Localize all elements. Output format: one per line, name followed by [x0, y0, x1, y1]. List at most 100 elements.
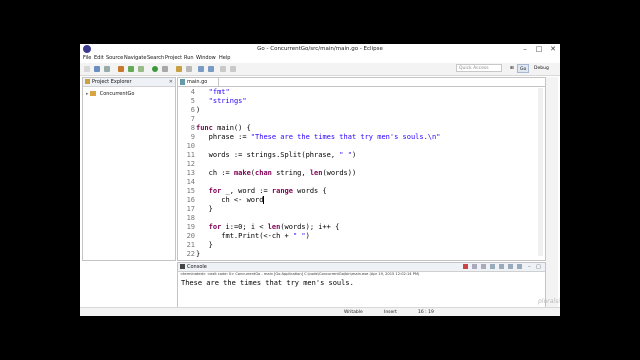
- menu-file[interactable]: File: [83, 54, 91, 63]
- back-icon[interactable]: [220, 66, 226, 72]
- menu-help[interactable]: Help: [219, 54, 230, 63]
- search-icon[interactable]: [186, 66, 192, 72]
- eclipse-window: Go - ConcurrentGo/src/main/main.go - Ecl…: [80, 44, 560, 316]
- menu-source[interactable]: Source: [106, 54, 123, 63]
- perspective-debug[interactable]: Debug: [532, 64, 551, 73]
- window-title: Go - ConcurrentGo/src/main/main.go - Ecl…: [257, 46, 383, 52]
- scroll-lock-icon[interactable]: [490, 264, 495, 269]
- status-bar: Writable Insert 16 : 19: [80, 307, 560, 316]
- open-type-icon[interactable]: [176, 66, 182, 72]
- close-icon[interactable]: ✕: [546, 44, 560, 54]
- project-explorer-label: Project Explorer: [92, 79, 132, 85]
- line-number: 7: [190, 115, 195, 123]
- perspective-go[interactable]: Go: [517, 64, 530, 73]
- minimize-view-icon[interactable]: –: [528, 263, 531, 271]
- remove-launch-icon[interactable]: [472, 264, 477, 269]
- go-file-icon: [180, 79, 185, 85]
- line-text: phrase := "These are the times that try …: [196, 133, 441, 141]
- console-terminated-line: <terminated> <exit code: 0> ConcurrentGo…: [180, 272, 420, 276]
- menu-navigate[interactable]: Navigate: [124, 54, 146, 63]
- line-number: 10: [186, 142, 195, 150]
- console-output: These are the times that try men's souls…: [181, 279, 354, 287]
- console-tab[interactable]: Console – □: [178, 263, 545, 272]
- pluralsight-watermark: pluralsight: [538, 298, 560, 305]
- quick-access-input[interactable]: Quick Access: [456, 64, 502, 72]
- line-number: 14: [186, 178, 195, 186]
- line-number: 11: [186, 151, 195, 159]
- new-icon[interactable]: [84, 66, 90, 72]
- text-cursor: [263, 196, 265, 204]
- menu-bar: File Edit Source Navigate Search Project…: [80, 54, 560, 63]
- status-insert: Insert: [384, 310, 397, 315]
- status-position: 16 : 19: [418, 310, 434, 315]
- debug-icon[interactable]: [128, 66, 134, 72]
- expand-arrow-icon[interactable]: ▸: [86, 91, 89, 97]
- line-number: 6: [190, 106, 195, 114]
- line-number: 9: [190, 133, 195, 141]
- next-annotation-icon[interactable]: [198, 66, 204, 72]
- line-number: 15: [186, 187, 195, 195]
- line-text: fmt.Print(<-ch + " "): [196, 232, 310, 240]
- menu-project[interactable]: Project: [165, 54, 182, 63]
- line-number: 19: [186, 223, 195, 231]
- external-tools-icon[interactable]: [162, 66, 168, 72]
- console-panel: Console – □ <terminated> <exit code: 0> …: [177, 262, 546, 309]
- title-bar: Go - ConcurrentGo/src/main/main.go - Ecl…: [80, 44, 560, 54]
- forward-icon[interactable]: [230, 66, 236, 72]
- minimize-icon[interactable]: –: [518, 44, 532, 54]
- line-number: 22: [186, 250, 195, 258]
- maximize-view-icon[interactable]: □: [536, 263, 541, 271]
- line-number: 5: [190, 97, 195, 105]
- save-icon[interactable]: [94, 66, 100, 72]
- line-text: words := strings.Split(phrase, " "): [196, 151, 357, 159]
- line-number: 21: [186, 241, 195, 249]
- remove-all-icon[interactable]: [481, 264, 486, 269]
- line-text: }: [196, 205, 213, 213]
- open-perspective-icon[interactable]: ⊞: [508, 64, 516, 73]
- project-tree: ▸ ConcurrentGo: [86, 90, 134, 98]
- menu-window[interactable]: Window: [196, 54, 216, 63]
- menu-search[interactable]: Search: [147, 54, 164, 63]
- pin-console-icon[interactable]: [499, 264, 504, 269]
- project-explorer-tab[interactable]: Project Explorer ✕: [83, 78, 175, 87]
- build-icon[interactable]: [118, 66, 124, 72]
- editor-panel: main.go 4 "fmt" 5 "strings" 6) 7 8 func main(…: [177, 77, 546, 261]
- line-text: "fmt": [208, 88, 230, 96]
- run-icon[interactable]: [138, 66, 144, 72]
- line-number: 20: [186, 232, 195, 240]
- line-text: ): [196, 106, 201, 114]
- project-explorer-icon: [85, 79, 90, 84]
- line-number: 17: [186, 205, 195, 213]
- line-text: ch := make(chan string, len(words)): [196, 169, 357, 177]
- menu-run[interactable]: Run: [184, 54, 194, 63]
- line-text: for _, word := range words {: [208, 187, 327, 195]
- line-text: "strings": [208, 97, 247, 105]
- line-text: }: [196, 250, 201, 258]
- line-number: 4: [190, 88, 195, 96]
- line-number: 13: [186, 169, 195, 177]
- line-text: func main() {: [196, 124, 251, 132]
- console-label: Console: [187, 264, 207, 270]
- line-number: 8: [190, 124, 195, 132]
- line-text: ch <- word: [196, 196, 265, 204]
- line-number: 18: [186, 214, 195, 222]
- view-close-icon[interactable]: ✕: [169, 78, 173, 86]
- editor-tab-label: main.go: [187, 79, 208, 85]
- line-text: }: [196, 241, 213, 249]
- editor-scrollbar[interactable]: [538, 88, 543, 256]
- prev-annotation-icon[interactable]: [208, 66, 214, 72]
- menu-edit[interactable]: Edit: [94, 54, 104, 63]
- right-trim: [546, 77, 558, 315]
- run-green-icon[interactable]: [152, 66, 158, 72]
- line-number: 16: [186, 196, 195, 204]
- maximize-icon[interactable]: □: [532, 44, 546, 54]
- tree-item-project[interactable]: ConcurrentGo: [100, 91, 135, 97]
- terminate-icon[interactable]: [463, 264, 468, 269]
- save-all-icon[interactable]: [104, 66, 110, 72]
- line-text: for i:=0; i < len(words); i++ {: [208, 223, 340, 231]
- open-console-icon[interactable]: [517, 264, 522, 269]
- status-writable: Writable: [344, 310, 363, 315]
- display-console-icon[interactable]: [508, 264, 513, 269]
- project-folder-icon: [90, 91, 97, 96]
- console-icon: [180, 264, 185, 269]
